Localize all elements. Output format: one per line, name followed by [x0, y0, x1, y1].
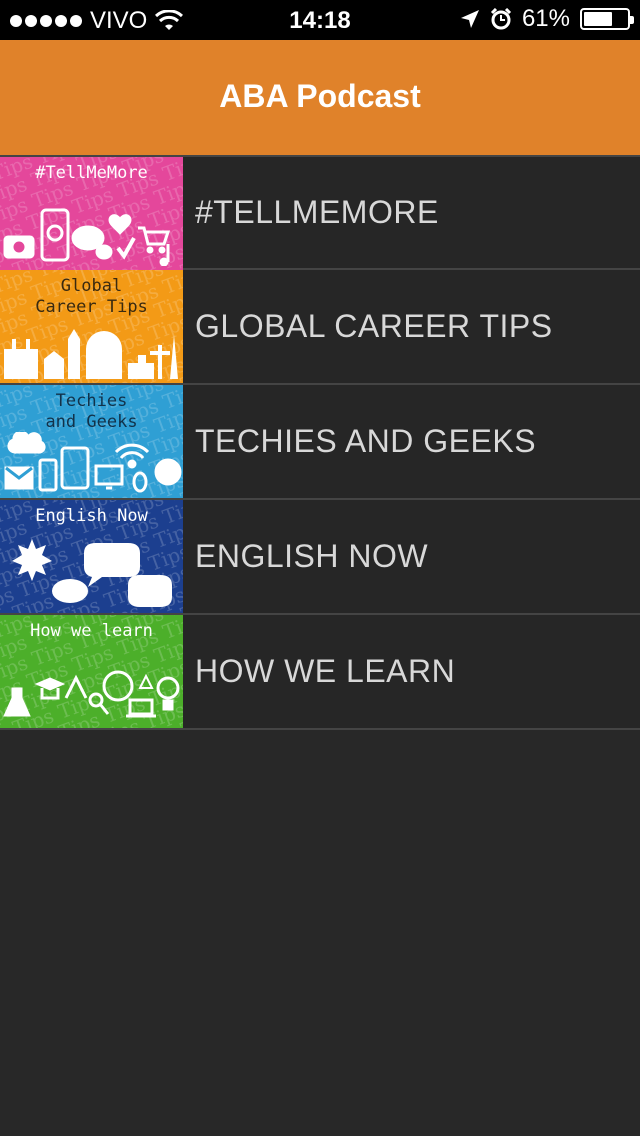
- english-now-thumbnail: Tips Tips Tips Tips Tips Tips Tips Tips …: [0, 500, 183, 613]
- list-item-techies-and-geeks[interactable]: Tips Tips Tips Tips Tips Tips Tips Tips …: [0, 385, 640, 500]
- thumbnail-title-line-1: Techies: [55, 391, 128, 411]
- thumbnail-title: English Now: [35, 506, 148, 526]
- item-label: GLOBAL CAREER TIPS: [195, 308, 553, 344]
- thumbnail-title: #TellMeMore: [35, 163, 148, 183]
- thumbnail-title: Techies and Geeks: [0, 391, 183, 433]
- thumbnail-title: Global Career Tips: [0, 276, 183, 318]
- thumbnail-title-line-2: and Geeks: [45, 412, 138, 432]
- how-we-learn-thumbnail: Tips Tips Tips Tips Tips Tips Tips Tips …: [0, 615, 183, 728]
- battery-percent: 61%: [521, 5, 570, 32]
- status-right-group: 61%: [460, 5, 634, 33]
- alarm-clock-icon: [490, 8, 512, 30]
- learning-tools-icon: [3, 670, 180, 718]
- status-bar: VIVO 14:18 61%: [0, 0, 640, 40]
- list-item-english-now[interactable]: Tips Tips Tips Tips Tips Tips Tips Tips …: [0, 500, 640, 615]
- tellmemore-thumbnail: Tips Tips Tips Tips Tips Tips Tips Tips …: [0, 157, 183, 270]
- item-label: ENGLISH NOW: [195, 538, 429, 574]
- list-item-tellmemore[interactable]: Tips Tips Tips Tips Tips Tips Tips Tips …: [0, 155, 640, 270]
- location-arrow-icon: [460, 10, 479, 28]
- landmarks-icon: [4, 329, 178, 379]
- list-item-how-we-learn[interactable]: Tips Tips Tips Tips Tips Tips Tips Tips …: [0, 615, 640, 730]
- battery-icon: [580, 8, 634, 30]
- thumbnail-title: How we learn: [30, 621, 153, 641]
- item-label: #TELLMEMORE: [195, 194, 439, 230]
- list-item-global-career-tips[interactable]: Tips Tips Tips Tips Tips Tips Tips Tips …: [0, 270, 640, 385]
- global-career-tips-thumbnail: Tips Tips Tips Tips Tips Tips Tips Tips …: [0, 270, 183, 383]
- item-label: HOW WE LEARN: [195, 653, 456, 689]
- thumbnail-title-line-2: Career Tips: [35, 297, 148, 317]
- navigation-bar: ABA Podcast: [0, 40, 640, 155]
- devices-icon: [4, 432, 182, 493]
- item-label: TECHIES AND GEEKS: [195, 423, 537, 459]
- techies-and-geeks-thumbnail: Tips Tips Tips Tips Tips Tips Tips Tips …: [0, 385, 183, 498]
- page-title: ABA Podcast: [219, 78, 421, 114]
- speech-bubbles-icon: [12, 539, 172, 607]
- thumbnail-title-line-1: Global: [60, 276, 123, 296]
- podcast-list: Tips Tips Tips Tips Tips Tips Tips Tips …: [0, 155, 640, 730]
- social-icons: [3, 208, 171, 266]
